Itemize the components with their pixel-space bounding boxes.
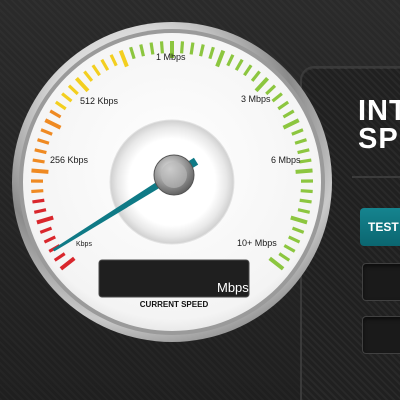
gauge-tick [295,168,313,174]
speed-readout-caption: CURRENT SPEED [140,300,209,309]
scale-label-low: Kbps [76,241,92,248]
gauge-hub-cap [161,162,187,188]
scale-label-3mbps: 3 Mbps [241,94,271,104]
scale-label-1mbps: 1 Mbps [156,52,186,62]
gauge-tick [300,189,313,194]
scale-label-512kbps: 512 Kbps [80,96,119,106]
gauge-tick [31,168,49,174]
speedometer-gauge: Kbps 256 Kbps 512 Kbps 1 Mbps 3 Mbps 6 M… [12,22,332,342]
gauge-tick [31,189,44,194]
gauge-tick [189,42,195,55]
scale-label-10mbps: 10+ Mbps [237,238,277,248]
speed-test-app: INT SP TEST Kbps 256 Kbps 512 Kbps 1 Mbp… [0,0,400,400]
gauge-tick [299,158,312,164]
gauge-tick [32,198,45,204]
gauge-tick [149,42,155,55]
gauge-tick [32,158,45,164]
scale-label-6mbps: 6 Mbps [271,155,301,165]
speed-readout-unit: Mbps [217,280,249,295]
scale-label-256kbps: 256 Kbps [50,155,89,165]
gauge-tick [299,198,312,204]
